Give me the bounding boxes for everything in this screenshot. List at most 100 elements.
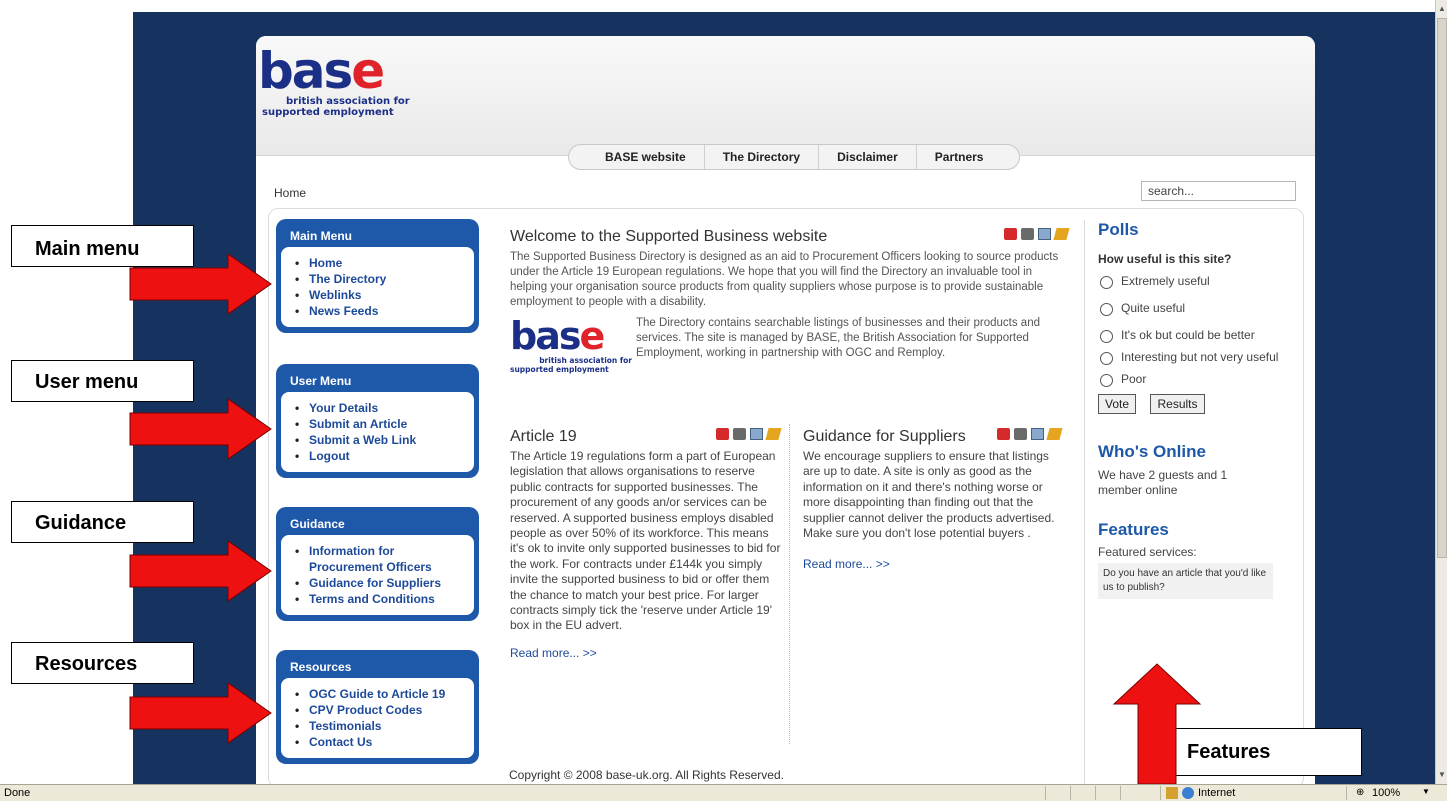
menu-item-home[interactable]: Home	[291, 255, 466, 271]
print-icon[interactable]	[733, 428, 746, 440]
edit-icon[interactable]	[1053, 228, 1070, 240]
protected-mode-icon[interactable]	[1166, 787, 1178, 799]
copyright: Copyright © 2008 base-uk.org. All Rights…	[509, 768, 784, 782]
pdf-icon[interactable]	[1004, 228, 1017, 240]
top-navigation: BASE website The Directory Disclaimer Pa…	[568, 144, 1021, 170]
guidance-suppliers-read-more[interactable]: Read more... >>	[803, 557, 1065, 571]
site-header: base british association for supported e…	[256, 36, 1315, 170]
email-icon[interactable]	[750, 428, 763, 440]
menu-item-supplier-guidance[interactable]: Guidance for Suppliers	[291, 575, 466, 591]
radio-icon[interactable]	[1100, 330, 1113, 343]
vertical-scrollbar[interactable]: ▲ ▼	[1435, 0, 1447, 784]
article-19-tools	[716, 428, 782, 440]
menu-item-submit-article[interactable]: Submit an Article	[291, 416, 466, 432]
menu-item-terms[interactable]: Terms and Conditions	[291, 591, 466, 607]
scroll-up-icon[interactable]: ▲	[1437, 2, 1447, 16]
status-separator	[1070, 786, 1071, 800]
main-menu: Main Menu Home The Directory Weblinks Ne…	[276, 219, 479, 333]
guidance-for-suppliers: Guidance for Suppliers We encourage supp…	[803, 428, 1065, 571]
menu-item-cpv-codes[interactable]: CPV Product Codes	[291, 702, 466, 718]
menu-item-ogc-guide[interactable]: OGC Guide to Article 19	[291, 686, 466, 702]
welcome-paragraph-2: The Directory contains searchable listin…	[636, 317, 1040, 359]
pdf-icon[interactable]	[997, 428, 1010, 440]
poll-option[interactable]: Extremely useful	[1098, 274, 1284, 289]
small-logo-tagline-2: supported employment	[510, 365, 609, 374]
menu-item-your-details[interactable]: Your Details	[291, 400, 466, 416]
email-icon[interactable]	[1031, 428, 1044, 440]
chevron-down-icon[interactable]: ▼	[1422, 787, 1430, 796]
welcome-title: Welcome to the Supported Business websit…	[510, 228, 828, 245]
status-text: Done	[4, 787, 31, 799]
results-button[interactable]: Results	[1150, 394, 1205, 414]
menu-item-procurement-info[interactable]: Information for Procurement Officers	[291, 543, 466, 575]
annotation-resources: Resources	[11, 642, 194, 684]
zoom-level[interactable]: 100%	[1372, 787, 1400, 799]
polls-title: Polls	[1098, 220, 1139, 239]
nav-the-directory[interactable]: The Directory	[705, 145, 820, 169]
menu-item-weblinks[interactable]: Weblinks	[291, 287, 466, 303]
nav-partners[interactable]: Partners	[917, 145, 1002, 169]
email-icon[interactable]	[1038, 228, 1051, 240]
radio-icon[interactable]	[1100, 374, 1113, 387]
zoom-icon[interactable]: ⊕	[1356, 787, 1364, 798]
guidance-menu: Guidance Information for Procurement Off…	[276, 507, 479, 621]
scrollbar-thumb[interactable]	[1437, 18, 1447, 558]
pdf-icon[interactable]	[716, 428, 729, 440]
annotation-guidance: Guidance	[11, 501, 194, 543]
status-separator	[1160, 786, 1161, 800]
status-separator	[1120, 786, 1121, 800]
poll-question: How useful is this site?	[1098, 252, 1232, 266]
welcome-article-tools	[1004, 228, 1070, 240]
guidance-menu-title: Guidance	[290, 517, 345, 531]
user-menu-title: User Menu	[290, 374, 352, 388]
print-icon[interactable]	[1021, 228, 1034, 240]
welcome-paragraph-1: The Supported Business Directory is desi…	[510, 251, 1059, 308]
menu-item-directory[interactable]: The Directory	[291, 271, 466, 287]
menu-item-news-feeds[interactable]: News Feeds	[291, 303, 466, 319]
base-logo[interactable]: base british association for supported e…	[258, 46, 410, 118]
resources-menu-title: Resources	[290, 660, 352, 674]
resources-menu: Resources OGC Guide to Article 19 CPV Pr…	[276, 650, 479, 764]
security-zone-label[interactable]: Internet	[1198, 787, 1235, 799]
poll-option[interactable]: Interesting but not very useful	[1098, 350, 1284, 365]
arrow-right-icon	[129, 540, 272, 602]
article-19-read-more[interactable]: Read more... >>	[510, 646, 782, 660]
scroll-down-icon[interactable]: ▼	[1437, 768, 1447, 782]
edit-icon[interactable]	[765, 428, 782, 440]
status-separator	[1346, 786, 1347, 800]
whos-online-title: Who's Online	[1098, 442, 1206, 461]
feature-item[interactable]: Do you have an article that you'd like u…	[1098, 563, 1273, 599]
search-input[interactable]	[1141, 181, 1296, 201]
vote-button[interactable]: Vote	[1098, 394, 1137, 414]
menu-item-submit-web-link[interactable]: Submit a Web Link	[291, 432, 466, 448]
guidance-suppliers-body: We encourage suppliers to ensure that li…	[803, 449, 1055, 541]
breadcrumb[interactable]: Home	[274, 186, 306, 200]
print-icon[interactable]	[1014, 428, 1027, 440]
base-logo-small: base british association for supported e…	[510, 314, 632, 374]
radio-icon[interactable]	[1100, 303, 1113, 316]
menu-item-contact-us[interactable]: Contact Us	[291, 734, 466, 750]
article-19-body: The Article 19 regulations form a part o…	[510, 449, 781, 633]
arrow-up-icon	[1112, 663, 1202, 784]
nav-base-website[interactable]: BASE website	[587, 145, 705, 169]
status-separator	[1045, 786, 1046, 800]
menu-item-logout[interactable]: Logout	[291, 448, 466, 464]
radio-icon[interactable]	[1100, 276, 1113, 289]
menu-item-testimonials[interactable]: Testimonials	[291, 718, 466, 734]
edit-icon[interactable]	[1046, 428, 1063, 440]
radio-icon[interactable]	[1100, 352, 1113, 365]
poll-option[interactable]: Quite useful	[1098, 301, 1284, 316]
nav-disclaimer[interactable]: Disclaimer	[819, 145, 917, 169]
poll-option[interactable]: Poor	[1098, 372, 1284, 387]
guidance-suppliers-tools	[997, 428, 1063, 440]
arrow-right-icon	[129, 398, 272, 460]
status-separator	[1095, 786, 1096, 800]
main-menu-title: Main Menu	[290, 229, 352, 243]
arrow-right-icon	[129, 682, 272, 744]
features-title: Features	[1098, 520, 1169, 539]
article-19: Article 19 The Article 19 regulations fo…	[510, 428, 782, 660]
column-divider	[789, 424, 790, 744]
whos-online-text: We have 2 guests and 1 member online	[1098, 468, 1228, 497]
annotation-user-menu: User menu	[11, 360, 194, 402]
poll-option[interactable]: It's ok but could be better	[1098, 328, 1284, 343]
